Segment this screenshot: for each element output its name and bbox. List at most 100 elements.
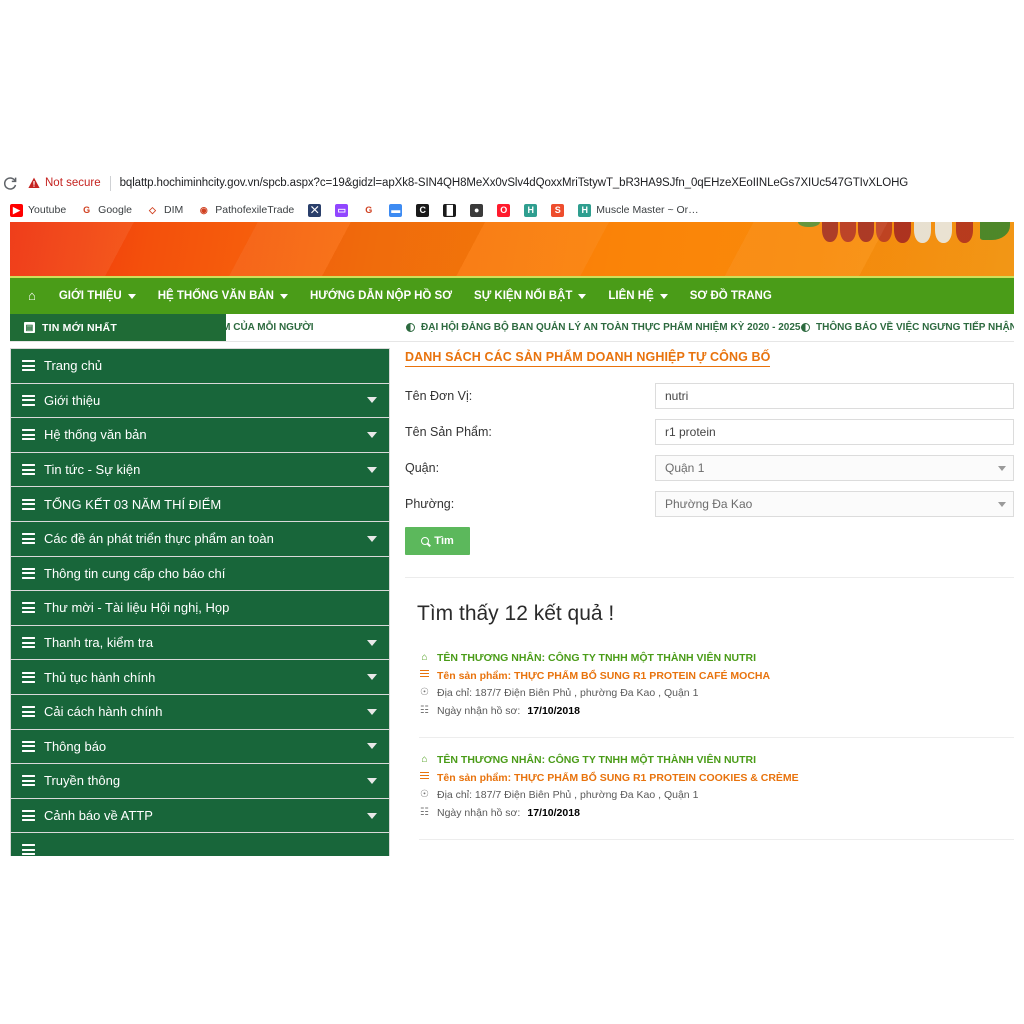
blue-tile-icon: ▬ bbox=[389, 204, 402, 217]
bookmark-item[interactable]: ▭ bbox=[328, 200, 355, 220]
result-line: ☉Địa chỉ: 187/7 Điện Biên Phủ , phường Đ… bbox=[419, 687, 1014, 699]
nav-item-label: SỰ KIỆN NỔI BẬT bbox=[474, 277, 572, 315]
bookmark-item[interactable]: S bbox=[544, 200, 571, 220]
sidebar-item[interactable]: Cải cách hành chính bbox=[10, 694, 390, 729]
result-line: Tên sản phẩm: THỰC PHẨM BỔ SUNG R1 PROTE… bbox=[419, 670, 1014, 682]
sidebar-item-label: Thông tin cung cấp cho báo chí bbox=[44, 566, 377, 581]
input-don-vi[interactable] bbox=[655, 383, 1014, 409]
sidebar-item[interactable]: Thanh tra, kiểm tra bbox=[10, 625, 390, 660]
result-text: TÊN THƯƠNG NHÂN: CÔNG TY TNHH MỘT THÀNH … bbox=[437, 754, 756, 766]
result-text: Địa chỉ: 187/7 Điện Biên Phủ , phường Đa… bbox=[437, 687, 698, 699]
sidebar-item-label: Thư mời - Tài liệu Hội nghị, Họp bbox=[44, 600, 377, 615]
nav-item-label: HỆ THỐNG VĂN BẢN bbox=[158, 277, 274, 315]
bookmark-item[interactable]: G bbox=[355, 200, 382, 220]
bookmark-label: DIM bbox=[164, 204, 183, 216]
nav-item[interactable]: SỰ KIỆN NỔI BẬT bbox=[463, 277, 597, 315]
reload-icon[interactable] bbox=[2, 175, 18, 191]
sidebar-item[interactable]: Thủ tục hành chính bbox=[10, 659, 390, 694]
ticker-item[interactable]: THÔNG BÁO VỀ VIỆC NGƯNG TIẾP NHẬN HỒ bbox=[801, 322, 1014, 333]
nav-item-label: HƯỚNG DẪN NỘP HỒ SƠ bbox=[310, 277, 452, 315]
bookmark-item[interactable]: ◇DIM bbox=[139, 200, 190, 220]
sidebar-item[interactable]: TỔNG KẾT 03 NĂM THÍ ĐIỂM bbox=[10, 486, 390, 521]
sidebar-item[interactable]: Tin tức - Sự kiện bbox=[10, 452, 390, 487]
ticker-item[interactable]: …CH NHIỆM CỦA MỖI NGƯỜI bbox=[226, 322, 314, 333]
bookmark-item[interactable]: HMuscle Master ~ Or… bbox=[571, 200, 705, 220]
sidebar-item[interactable]: Thông tin cung cấp cho báo chí bbox=[10, 556, 390, 591]
list-icon bbox=[22, 533, 35, 544]
list-icon bbox=[22, 672, 35, 683]
bookmark-item[interactable]: ▶Youtube bbox=[3, 200, 73, 220]
sidebar-item[interactable] bbox=[10, 832, 390, 856]
google-icon: G bbox=[80, 204, 93, 217]
site-navbar: ⌂GIỚI THIỆU HỆ THỐNG VĂN BẢN HƯỚNG DẪN NỘP… bbox=[10, 276, 1014, 314]
omnibox[interactable]: Not secure bqlattp.hochiminhcity.gov.vn/… bbox=[0, 168, 1024, 198]
grammarly-icon: G bbox=[362, 204, 375, 217]
bookmark-item[interactable]: H bbox=[517, 200, 544, 220]
sidebar-item[interactable]: Thư mời - Tài liệu Hội nghị, Họp bbox=[10, 590, 390, 625]
field-row-san-pham: Tên Sản Phẩm: bbox=[405, 419, 1014, 445]
label-san-pham: Tên Sản Phẩm: bbox=[405, 425, 655, 439]
result-date-value: 17/10/2018 bbox=[527, 705, 580, 717]
ticker-item[interactable]: ĐẠI HỘI ĐẢNG BỘ BAN QUẢN LÝ AN TOÀN THỰC… bbox=[406, 322, 800, 333]
sidebar-item[interactable]: Trang chủ bbox=[10, 348, 390, 383]
nav-item[interactable]: SƠ ĐỒ TRANG bbox=[679, 277, 783, 315]
nav-item[interactable]: HỆ THỐNG VĂN BẢN bbox=[147, 277, 299, 315]
input-san-pham[interactable] bbox=[655, 419, 1014, 445]
h-teal2-icon: H bbox=[578, 204, 591, 217]
sidebar-item[interactable]: Thông báo bbox=[10, 729, 390, 764]
result-item[interactable]: ⌂TÊN THƯƠNG NHÂN: CÔNG TY TNHH MỘT THÀNH… bbox=[419, 754, 1014, 840]
chevron-down-icon bbox=[578, 294, 586, 299]
select-phuong[interactable]: Phường Đa Kao bbox=[655, 491, 1014, 517]
location-pin-icon: ☉ bbox=[419, 789, 430, 801]
chevron-down-icon bbox=[367, 813, 377, 819]
bookmark-item[interactable]: ● bbox=[463, 200, 490, 220]
bookmark-item[interactable]: C bbox=[409, 200, 436, 220]
panel-title: DANH SÁCH CÁC SẢN PHẨM DOANH NGHIỆP TỰ C… bbox=[405, 350, 770, 367]
bookmark-item[interactable]: ▬ bbox=[382, 200, 409, 220]
sidebar-item[interactable]: Cảnh báo về ATTP bbox=[10, 798, 390, 833]
results-count: Tìm thấy 12 kết quả ! bbox=[417, 602, 1014, 626]
bookmark-item[interactable]: ◉PathofexileTrade bbox=[190, 200, 301, 220]
chevron-down-icon bbox=[367, 709, 377, 715]
nav-item-home[interactable]: ⌂ bbox=[22, 277, 48, 315]
sidebar-item[interactable]: Truyền thông bbox=[10, 763, 390, 798]
bookmarks-bar: ▶YoutubeGGoogle◇DIM◉PathofexileTrade⨉▭ G ▬… bbox=[0, 198, 1024, 222]
search-button[interactable]: Tìm bbox=[405, 527, 470, 555]
chevron-down-icon bbox=[998, 502, 1006, 507]
nav-item[interactable]: GIỚI THIỆU bbox=[48, 277, 147, 315]
ticker-item-text: ĐẠI HỘI ĐẢNG BỘ BAN QUẢN LÝ AN TOÀN THỰC… bbox=[421, 322, 800, 333]
bookmark-item[interactable]: ⨉ bbox=[301, 200, 328, 220]
chevron-down-icon bbox=[367, 778, 377, 784]
bookmark-item[interactable]: █ bbox=[436, 200, 463, 220]
bookmark-item[interactable]: GGoogle bbox=[73, 200, 139, 220]
security-label: Not secure bbox=[45, 177, 101, 189]
omnibox-divider bbox=[110, 176, 111, 191]
chevron-down-icon bbox=[367, 674, 377, 680]
news-ticker: ▤ TIN MỚI NHẤT …CH NHIỆM CỦA MỖI NGƯỜIĐẠ… bbox=[10, 314, 1014, 342]
list-icon bbox=[22, 637, 35, 648]
banner-vegetables-image bbox=[794, 222, 1014, 252]
newspaper-icon: ▤ bbox=[24, 322, 35, 333]
c-dark-icon: C bbox=[416, 204, 429, 217]
sidebar-item-label: Trang chủ bbox=[44, 358, 377, 373]
sidebar-item[interactable]: Hệ thống văn bản bbox=[10, 417, 390, 452]
not-secure-indicator[interactable]: Not secure bbox=[28, 177, 101, 189]
select-phuong-value: Phường Đa Kao bbox=[665, 497, 752, 511]
select-quan[interactable]: Quận 1 bbox=[655, 455, 1014, 481]
nav-item[interactable]: LIÊN HỆ bbox=[597, 277, 678, 315]
result-item[interactable]: ⌂TÊN THƯƠNG NHÂN: CÔNG TY TNHH MỘT THÀNH… bbox=[419, 652, 1014, 738]
sidebar-item[interactable]: Các đề án phát triển thực phẩm an toàn bbox=[10, 521, 390, 556]
url-text[interactable]: bqlattp.hochiminhcity.gov.vn/spcb.aspx?c… bbox=[120, 177, 909, 189]
sidebar-item-label: TỔNG KẾT 03 NĂM THÍ ĐIỂM bbox=[44, 497, 377, 512]
sidebar-item-label: Thủ tục hành chính bbox=[44, 670, 367, 685]
nav-item[interactable]: HƯỚNG DẪN NỘP HỒ SƠ bbox=[299, 277, 463, 315]
nav-item-label: LIÊN HỆ bbox=[608, 277, 653, 315]
list-icon bbox=[22, 706, 35, 717]
bookmark-item[interactable]: O bbox=[490, 200, 517, 220]
sidebar-item-label: Truyền thông bbox=[44, 773, 367, 788]
chevron-down-icon bbox=[660, 294, 668, 299]
sidebar-item-label: Cải cách hành chính bbox=[44, 704, 367, 719]
search-icon bbox=[421, 537, 429, 545]
select-quan-value: Quận 1 bbox=[665, 461, 704, 475]
sidebar-item[interactable]: Giới thiệu bbox=[10, 383, 390, 418]
